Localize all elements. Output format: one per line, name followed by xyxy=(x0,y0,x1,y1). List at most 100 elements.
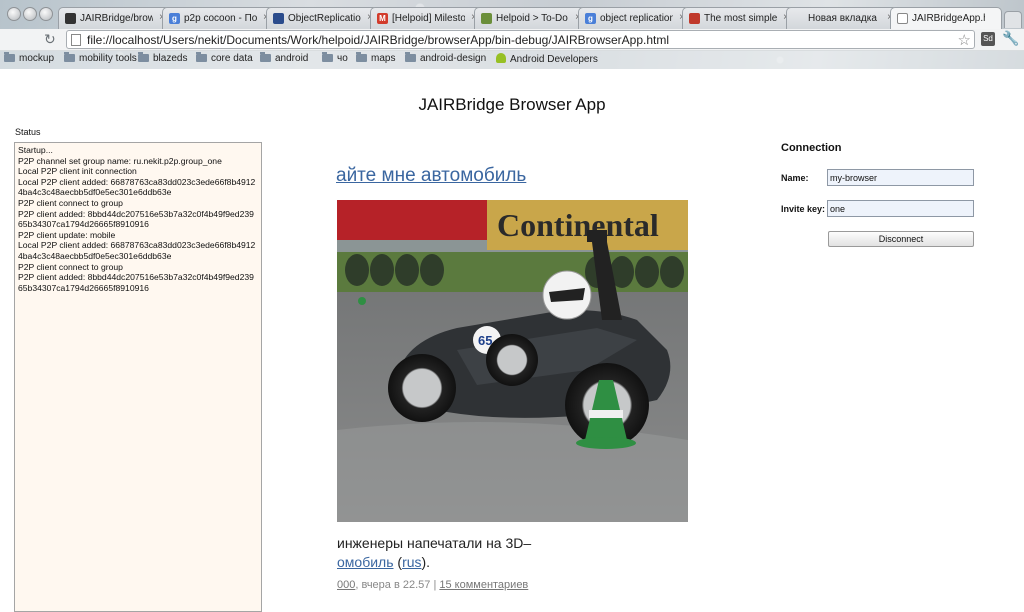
tab-7[interactable]: The most simple× xyxy=(682,7,794,29)
status-log-line: P2P client update: mobile xyxy=(18,229,116,240)
tab-title: object replication xyxy=(600,13,673,24)
cone-stripe xyxy=(589,410,623,418)
name-input[interactable] xyxy=(827,169,974,186)
connection-title: Connection xyxy=(781,142,842,154)
tab-1[interactable]: JAIRBridge/brows× xyxy=(58,7,170,29)
bookmarks-bar: mockup mobility tools blazeds core data andr… xyxy=(0,50,1024,69)
comments-link[interactable]: 15 комментариев xyxy=(439,579,528,591)
bookmark-9[interactable]: Android Developers xyxy=(496,53,598,65)
distant-cone xyxy=(358,297,366,305)
views-count-link[interactable]: 000 xyxy=(337,579,355,591)
article-headline-link[interactable]: айте мне автомобиль xyxy=(336,165,526,187)
address-bar[interactable]: file://localhost/Users/nekit/Documents/W… xyxy=(66,30,975,49)
front-right-wheel xyxy=(486,334,538,386)
status-log-line: P2P channel set group name: ru.nekit.p2p… xyxy=(18,155,222,166)
tab-title: ObjectReplication xyxy=(288,13,361,24)
status-log-line: Local P2P client init connection xyxy=(18,166,137,177)
new-tab-button[interactable] xyxy=(1004,11,1022,28)
bookmark-label: mobility tools xyxy=(79,53,137,64)
front-left-wheel xyxy=(388,354,456,422)
bookmark-label: Android Developers xyxy=(510,54,598,65)
article-car-link[interactable]: омобиль xyxy=(337,554,394,570)
bookmark-4[interactable]: core data xyxy=(196,52,253,64)
status-log-line: Startup... xyxy=(18,145,53,155)
bookmark-label: blazeds xyxy=(153,53,188,64)
google-icon: g xyxy=(169,13,180,24)
tab-3[interactable]: ObjectReplication× xyxy=(266,7,378,29)
status-log-line: P2P client connect to group xyxy=(18,261,123,272)
wrench-icon[interactable]: 🔧 xyxy=(1002,30,1019,47)
github-icon xyxy=(65,13,76,24)
tab-strip: JAIRBridge/brows×gp2p cocoon - По×Object… xyxy=(58,5,1024,29)
article-time: , вчера в 22.57 | xyxy=(355,579,440,591)
tab-8[interactable]: Новая вкладка× xyxy=(786,7,898,29)
roll-hoop-top xyxy=(587,230,607,242)
article-paren-open: ( xyxy=(393,554,403,570)
status-log[interactable]: Startup... P2P channel set group name: ru… xyxy=(14,142,262,612)
extension-icon[interactable]: Sd xyxy=(981,32,995,46)
cone-base xyxy=(576,437,636,449)
habr-icon xyxy=(689,13,700,24)
article-text: инженеры напечатали на 3D– омобиль (rus)… xyxy=(337,534,531,572)
site-icon xyxy=(273,13,284,24)
article-paren-close: ). xyxy=(421,554,431,570)
browser-chrome: JAIRBridge/brows×gp2p cocoon - По×Object… xyxy=(0,0,1024,69)
tab-2[interactable]: gp2p cocoon - По× xyxy=(162,7,274,29)
tab-title: Helpoid > To-Do xyxy=(496,13,568,24)
basecamp-icon xyxy=(481,13,492,24)
invite-key-label: Invite key: xyxy=(781,204,826,214)
folder-icon xyxy=(196,52,207,62)
close-window-button[interactable] xyxy=(7,7,21,21)
tab-title: [Helpoid] Milesto xyxy=(392,13,465,24)
status-log-line: P2P client connect to group xyxy=(18,197,123,208)
article-text-line1: инженеры напечатали на 3D– xyxy=(337,535,532,551)
disconnect-button[interactable]: Disconnect xyxy=(828,231,974,247)
language-link[interactable]: rus xyxy=(402,554,421,570)
folder-icon xyxy=(356,52,367,62)
wet-surface xyxy=(337,422,688,522)
tab-6[interactable]: gobject replication× xyxy=(578,7,690,29)
bookmark-2[interactable]: mobility tools xyxy=(64,52,137,64)
red-banner xyxy=(337,200,487,240)
folder-icon xyxy=(64,52,75,62)
bookmark-label: mockup xyxy=(19,53,55,64)
article-meta: 000, вчера в 22.57 | 15 комментариев xyxy=(337,579,528,591)
page-icon xyxy=(71,34,81,46)
article-text-line2: омобиль (rus). xyxy=(337,553,531,572)
bookmark-label: android xyxy=(275,53,309,64)
status-log-line: Local P2P client added: 66878763ca83dd02… xyxy=(18,176,256,198)
tab-title: p2p cocoon - По xyxy=(184,13,257,24)
folder-icon xyxy=(260,52,271,62)
bookmark-label: чо xyxy=(337,53,348,64)
article-photo: Continental 65 xyxy=(337,200,688,522)
page-icon xyxy=(897,13,908,24)
bookmark-7[interactable]: maps xyxy=(356,52,396,64)
bookmark-label: maps xyxy=(371,53,396,64)
bookmark-6[interactable]: чо xyxy=(322,52,348,64)
android-icon xyxy=(496,53,506,63)
google-icon: g xyxy=(585,13,596,24)
bookmark-star-icon[interactable]: ☆ xyxy=(958,31,971,49)
bookmark-1[interactable]: mockup xyxy=(4,52,55,64)
bookmark-label: core data xyxy=(211,53,253,64)
invite-key-input[interactable] xyxy=(827,200,974,217)
name-label: Name: xyxy=(781,173,809,183)
tab-title: JAIRBridge/brows xyxy=(80,13,153,24)
tab-5[interactable]: Helpoid > To-Do× xyxy=(474,7,586,29)
status-log-line: Local P2P client added: 66878763ca83dd02… xyxy=(18,240,256,261)
reload-icon[interactable]: ↻ xyxy=(44,31,56,48)
tab-title: JAIRBridgeApp.h xyxy=(912,13,985,24)
minimize-window-button[interactable] xyxy=(23,7,37,21)
bookmark-label: android-design xyxy=(420,53,487,64)
bookmark-8[interactable]: android-design xyxy=(405,52,487,64)
bookmark-3[interactable]: blazeds xyxy=(138,52,188,64)
tab-title: Новая вкладка xyxy=(808,13,877,24)
bookmark-5[interactable]: android xyxy=(260,52,309,64)
tab-4[interactable]: M[Helpoid] Milesto× xyxy=(370,7,482,29)
tab-9[interactable]: JAIRBridgeApp.h xyxy=(890,7,1002,29)
banner-text: Continental xyxy=(497,207,659,243)
address-url[interactable]: file://localhost/Users/nekit/Documents/W… xyxy=(87,33,669,47)
status-log-line: P2P client added: 8bbd44dc207516e53b7a32… xyxy=(18,272,254,293)
zoom-window-button[interactable] xyxy=(39,7,53,21)
folder-icon xyxy=(4,52,15,62)
